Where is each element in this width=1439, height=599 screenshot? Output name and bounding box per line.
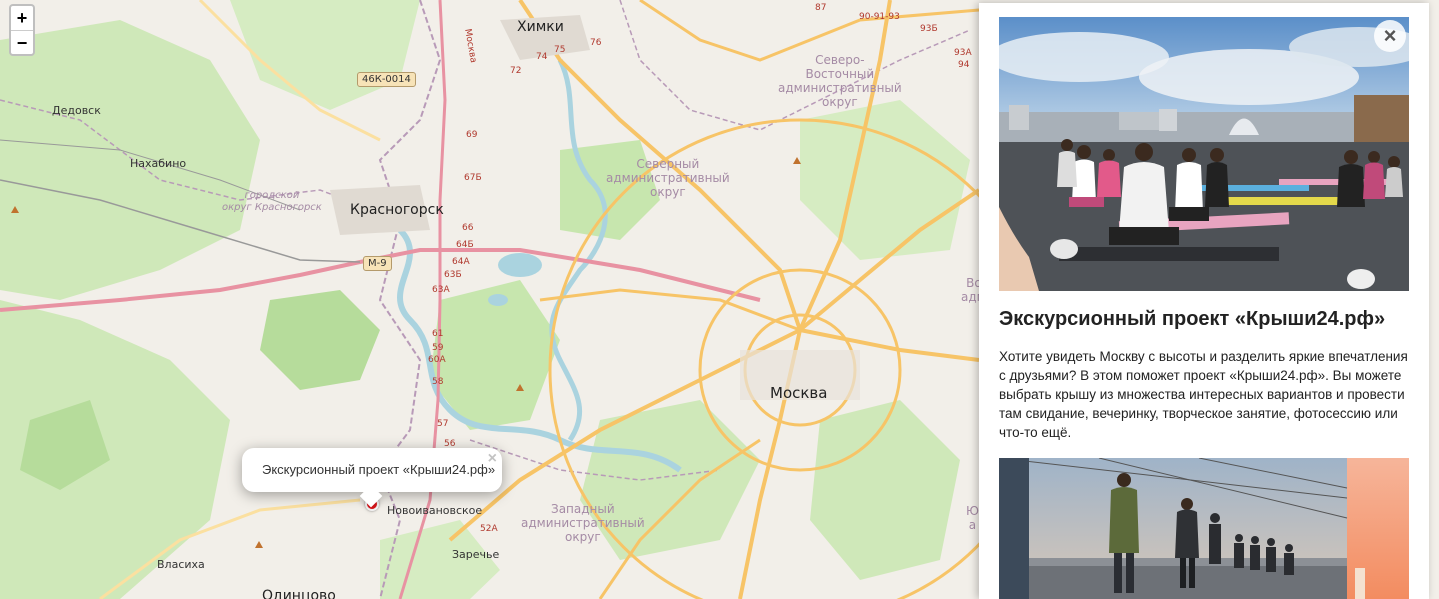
label-ne-district: Северо- Восточный административный округ [778,53,902,109]
panel-close-button[interactable]: × [1374,20,1406,52]
km-marker: 93Б [920,24,938,34]
km-marker: 74 [536,52,548,62]
km-marker: 69 [466,130,478,140]
label-krasnogorsk-district: городской округ Красногорск [222,190,322,213]
km-marker: 58 [432,377,444,387]
rooftop-walk-photo [999,458,1409,599]
km-marker: 72 [510,66,522,76]
label-west-district: Западный административный округ [521,502,645,544]
km-marker: 94 [958,60,970,70]
km-marker: 63А [432,285,450,295]
place-details-panel: × Экскурсионный проект «Крыши24.рф» Хоти… [979,3,1429,599]
zoom-out-button[interactable]: − [11,30,33,54]
km-marker: 76 [590,38,602,48]
rooftop-yoga-photo [999,17,1409,291]
km-marker: 87 [815,3,827,13]
road-shield-46k: 46К-0014 [357,72,416,87]
km-marker: 60А [428,355,446,365]
km-marker: 67Б [464,173,482,183]
label-moskva: Москва [770,384,828,402]
zoom-control: + − [9,4,35,56]
place-title: Экскурсионный проект «Крыши24.рф» [999,308,1386,330]
zoom-in-button[interactable]: + [11,6,33,30]
popup-title[interactable]: Экскурсионный проект «Крыши24.рф» [262,462,495,477]
km-marker: 63Б [444,270,462,280]
label-dedovsk: Дедовск [52,104,101,117]
km-marker: 93А [954,48,972,58]
km-marker: 52А [480,524,498,534]
popup-close-button[interactable]: × [488,450,497,468]
label-novoivanovskoe: Новоивановское [387,504,483,517]
label-north-district: Северный административный округ [606,157,730,199]
km-marker: 64Б [456,240,474,250]
km-marker: 64А [452,257,470,267]
label-ug-partial: Ю а [966,504,979,532]
km-marker: 66 [462,223,474,233]
label-odintsovo: Одинцово [262,588,336,599]
km-marker: 61 [432,329,444,339]
label-krasnogorsk: Красногорск [350,202,444,218]
label-nakhabino: Нахабино [130,157,187,170]
road-shield-m9: М-9 [363,256,392,271]
marker-popup: Экскурсионный проект «Крыши24.рф» × [242,448,502,508]
km-marker: 75 [554,45,566,55]
label-zarechye: Заречье [452,548,500,561]
popup-tip-cover [352,478,392,492]
place-description: Хотите увидеть Москву с высоты и раздели… [999,349,1408,440]
km-marker: 59 [432,343,444,353]
km-marker: 90-91-93 [859,12,900,22]
km-marker: 57 [437,419,449,429]
label-vlasikha: Власиха [157,558,205,571]
label-khimki: Химки [517,19,564,35]
